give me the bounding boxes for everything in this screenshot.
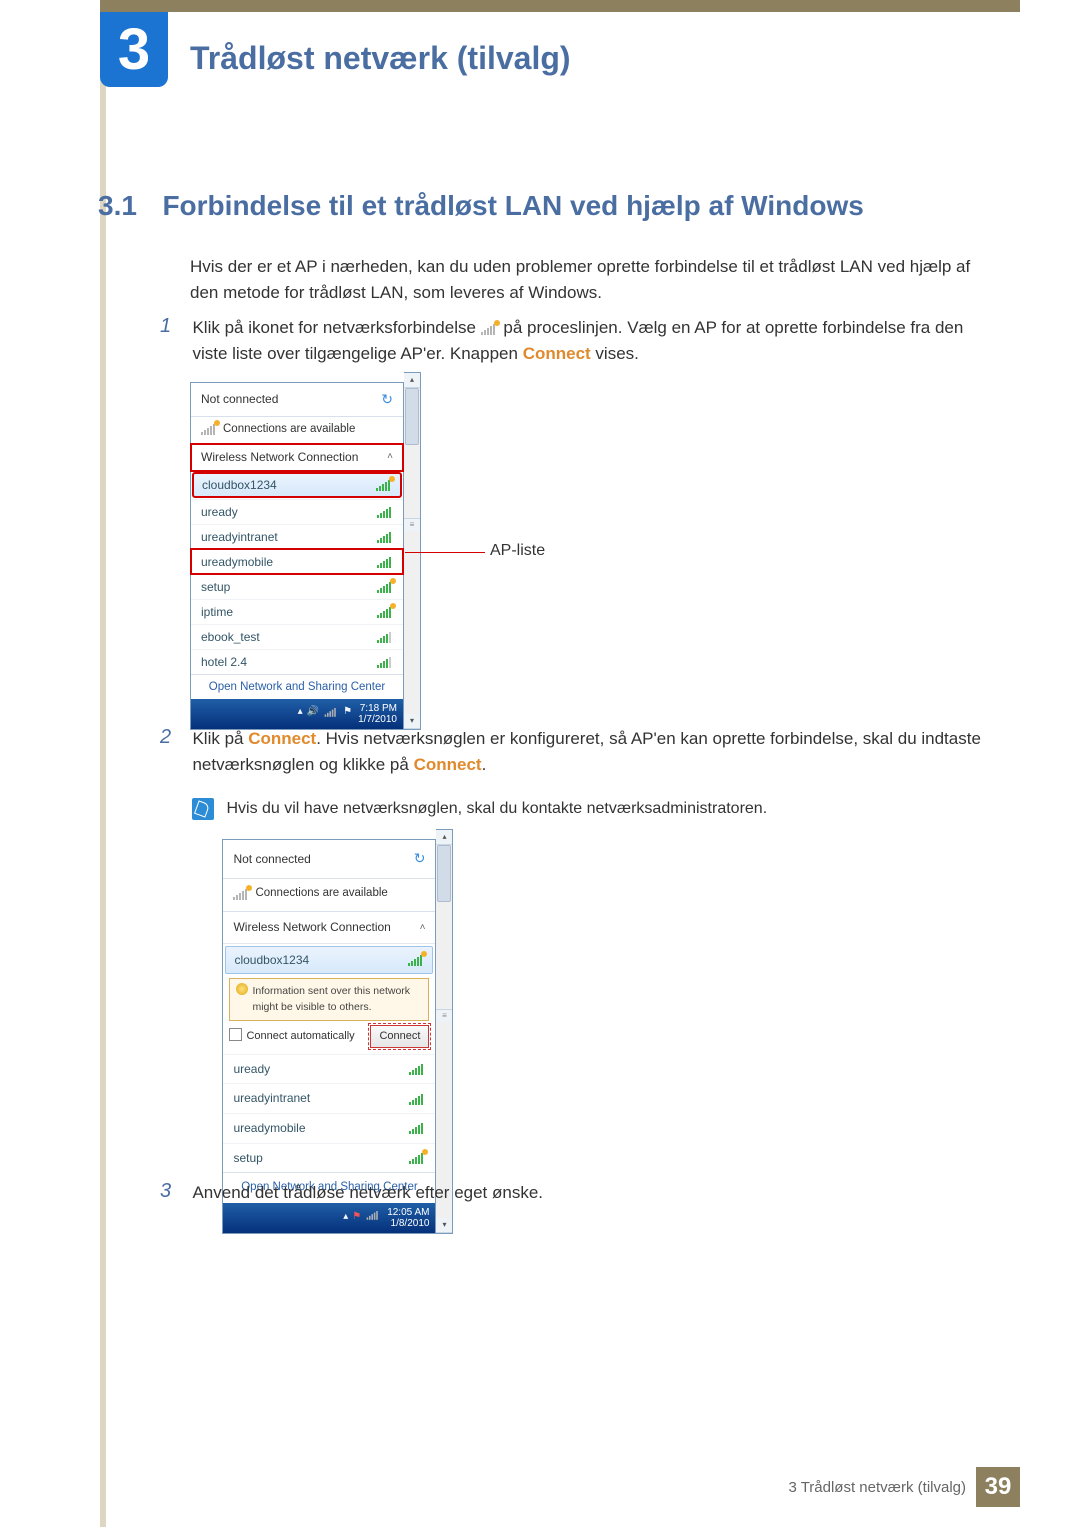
signal-icon bbox=[409, 1152, 425, 1164]
scroll-thumb[interactable] bbox=[437, 845, 451, 902]
security-warning: Information sent over this network might… bbox=[229, 978, 429, 1021]
network-icon[interactable] bbox=[323, 706, 339, 721]
wifi-popup-2: Not connected ↻ Connections are availabl… bbox=[222, 839, 436, 1233]
top-bar bbox=[100, 0, 1020, 12]
flag-icon[interactable]: ⚑ bbox=[343, 706, 352, 721]
section-title: Forbindelse til et trådløst LAN ved hjæl… bbox=[162, 190, 863, 221]
signal-icon bbox=[377, 631, 393, 643]
signal-icon bbox=[377, 531, 393, 543]
ap-item[interactable]: ureadymobile bbox=[223, 1113, 435, 1143]
ap-item[interactable]: iptime bbox=[191, 599, 403, 624]
ap-item[interactable]: ebook_test bbox=[191, 624, 403, 649]
signal-icon bbox=[377, 581, 393, 593]
shield-icon bbox=[236, 983, 248, 995]
signal-icon bbox=[377, 556, 393, 568]
tray-arrow-icon[interactable]: ▴ bbox=[343, 1209, 348, 1227]
signal-icon bbox=[409, 1063, 425, 1075]
scrollbar[interactable]: ▴ ≡ ▾ bbox=[436, 829, 453, 1233]
scroll-up-icon[interactable]: ▴ bbox=[436, 830, 452, 845]
connections-available: Connections are available bbox=[255, 885, 387, 903]
ap-item[interactable]: setup bbox=[223, 1143, 435, 1173]
signal-icon bbox=[377, 606, 393, 618]
system-tray: ▴ 🔊 ⚑ 7:18 PM1/7/2010 bbox=[191, 699, 403, 729]
scroll-mid-marker: ≡ bbox=[404, 518, 420, 531]
chevron-up-icon: ˄ bbox=[420, 920, 426, 936]
note-text: Hvis du vil have netværksnøglen, skal du… bbox=[226, 797, 767, 822]
signal-icon bbox=[376, 479, 392, 491]
scroll-thumb[interactable] bbox=[405, 388, 419, 445]
refresh-icon[interactable]: ↻ bbox=[381, 391, 393, 408]
chapter-badge: 3 bbox=[100, 12, 168, 87]
page-number: 39 bbox=[976, 1467, 1020, 1507]
scroll-up-icon[interactable]: ▴ bbox=[404, 373, 420, 388]
connect-keyword: Connect bbox=[523, 344, 591, 363]
action-center-icon[interactable]: ⚑ bbox=[352, 1209, 361, 1227]
ap-item-selected[interactable]: cloudbox1234 bbox=[225, 946, 433, 975]
ap-item[interactable]: uready bbox=[191, 499, 403, 524]
scrollbar[interactable]: ▴ ≡ ▾ bbox=[404, 372, 421, 730]
open-network-center-link[interactable]: Open Network and Sharing Center bbox=[191, 674, 403, 699]
step1-post2: vises. bbox=[595, 344, 638, 363]
step3-text: Anvend det trådløse netværk efter eget ø… bbox=[192, 1180, 992, 1206]
connections-available: Connections are available bbox=[223, 423, 355, 435]
scroll-down-icon[interactable]: ▾ bbox=[436, 1218, 452, 1233]
wireless-section-header[interactable]: Wireless Network Connection ˄ bbox=[223, 912, 435, 944]
network-tray-icon bbox=[481, 317, 499, 331]
step1-pre: Klik på ikonet for netværksforbindelse bbox=[192, 318, 480, 337]
connect-button[interactable]: Connect bbox=[370, 1025, 429, 1048]
ap-item[interactable]: ureadyintranet bbox=[191, 524, 403, 549]
wifi-popup-1: Not connected ↻ Connections are availabl… bbox=[190, 382, 404, 730]
step-number: 1 bbox=[160, 315, 188, 338]
ap-item[interactable]: uready bbox=[223, 1054, 435, 1084]
ap-item-highlighted[interactable]: ureadymobile bbox=[191, 549, 403, 574]
system-tray: ▴ ⚑ 12:05 AM1/8/2010 bbox=[223, 1203, 435, 1233]
step2-text: Klik på Connect. Hvis netværksnøglen er … bbox=[192, 726, 992, 1234]
note-icon bbox=[192, 798, 214, 820]
status-not-connected: Not connected bbox=[201, 392, 278, 406]
scroll-mid-marker: ≡ bbox=[436, 1009, 452, 1022]
step-number: 2 bbox=[160, 726, 188, 749]
section-number: 3.1 bbox=[98, 190, 158, 222]
callout-line bbox=[405, 552, 485, 553]
left-margin-strip bbox=[100, 0, 106, 1527]
signal-icon bbox=[408, 954, 424, 966]
refresh-icon[interactable]: ↻ bbox=[414, 848, 426, 870]
signal-icon bbox=[409, 1122, 425, 1134]
signal-icon bbox=[377, 656, 393, 668]
signal-icon bbox=[233, 888, 249, 900]
signal-icon bbox=[377, 506, 393, 518]
ap-list-callout: AP-liste bbox=[490, 542, 545, 560]
footer-chapter-label: 3 Trådløst netværk (tilvalg) bbox=[788, 1479, 976, 1496]
step1-text: Klik på ikonet for netværksforbindelse p… bbox=[192, 315, 992, 368]
signal-icon bbox=[201, 423, 217, 435]
status-not-connected: Not connected bbox=[233, 850, 310, 869]
signal-icon bbox=[409, 1093, 425, 1105]
connect-keyword: Connect bbox=[414, 755, 482, 774]
connect-auto-checkbox[interactable]: Connect automatically bbox=[229, 1028, 354, 1045]
network-icon[interactable] bbox=[365, 1209, 381, 1227]
ap-item[interactable]: ureadyintranet bbox=[223, 1083, 435, 1113]
ap-item[interactable]: hotel 2.4 bbox=[191, 649, 403, 674]
tray-arrow-icon[interactable]: ▴ bbox=[298, 706, 303, 721]
wireless-section-header[interactable]: Wireless Network Connection ˄ bbox=[191, 444, 403, 471]
step-number: 3 bbox=[160, 1180, 188, 1203]
speaker-icon[interactable]: 🔊 bbox=[307, 706, 319, 721]
intro-paragraph: Hvis der er et AP i nærheden, kan du ude… bbox=[190, 254, 1000, 305]
ap-item-selected[interactable]: cloudbox1234 bbox=[193, 473, 401, 497]
connect-keyword: Connect bbox=[248, 729, 316, 748]
ap-item[interactable]: setup bbox=[191, 574, 403, 599]
chapter-title: Trådløst netværk (tilvalg) bbox=[190, 40, 571, 77]
chevron-up-icon: ˄ bbox=[387, 451, 393, 462]
